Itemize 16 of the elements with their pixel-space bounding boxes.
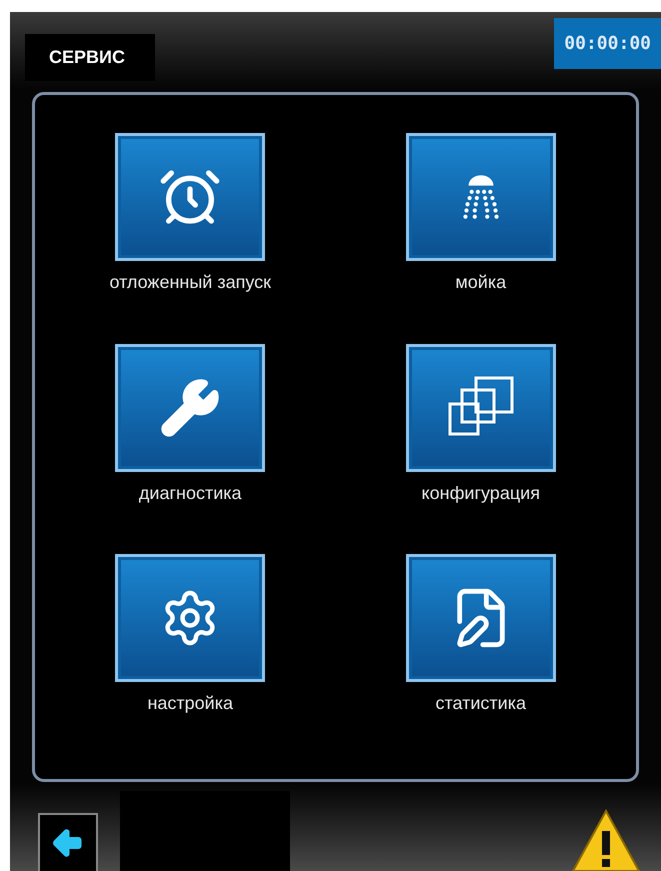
tile-label: диагностика: [138, 482, 242, 505]
tile-button[interactable]: [406, 344, 556, 472]
tile-label: конфигурация: [422, 482, 540, 505]
tile-button[interactable]: [115, 554, 266, 682]
tile-label: статистика: [435, 692, 526, 716]
tile-button[interactable]: [406, 554, 556, 682]
screen-title: СЕРВИС: [25, 34, 155, 81]
tile-label: настройка: [147, 692, 234, 716]
tile-label: отложенный запуск: [109, 271, 272, 294]
warning-icon[interactable]: [571, 809, 641, 871]
tile-button[interactable]: [115, 344, 266, 472]
tile-button[interactable]: [406, 133, 556, 261]
timer: 00:00:00: [554, 18, 661, 69]
tile-button[interactable]: [115, 133, 266, 261]
back-button[interactable]: [38, 813, 98, 871]
tile-label: мойка: [455, 271, 506, 294]
